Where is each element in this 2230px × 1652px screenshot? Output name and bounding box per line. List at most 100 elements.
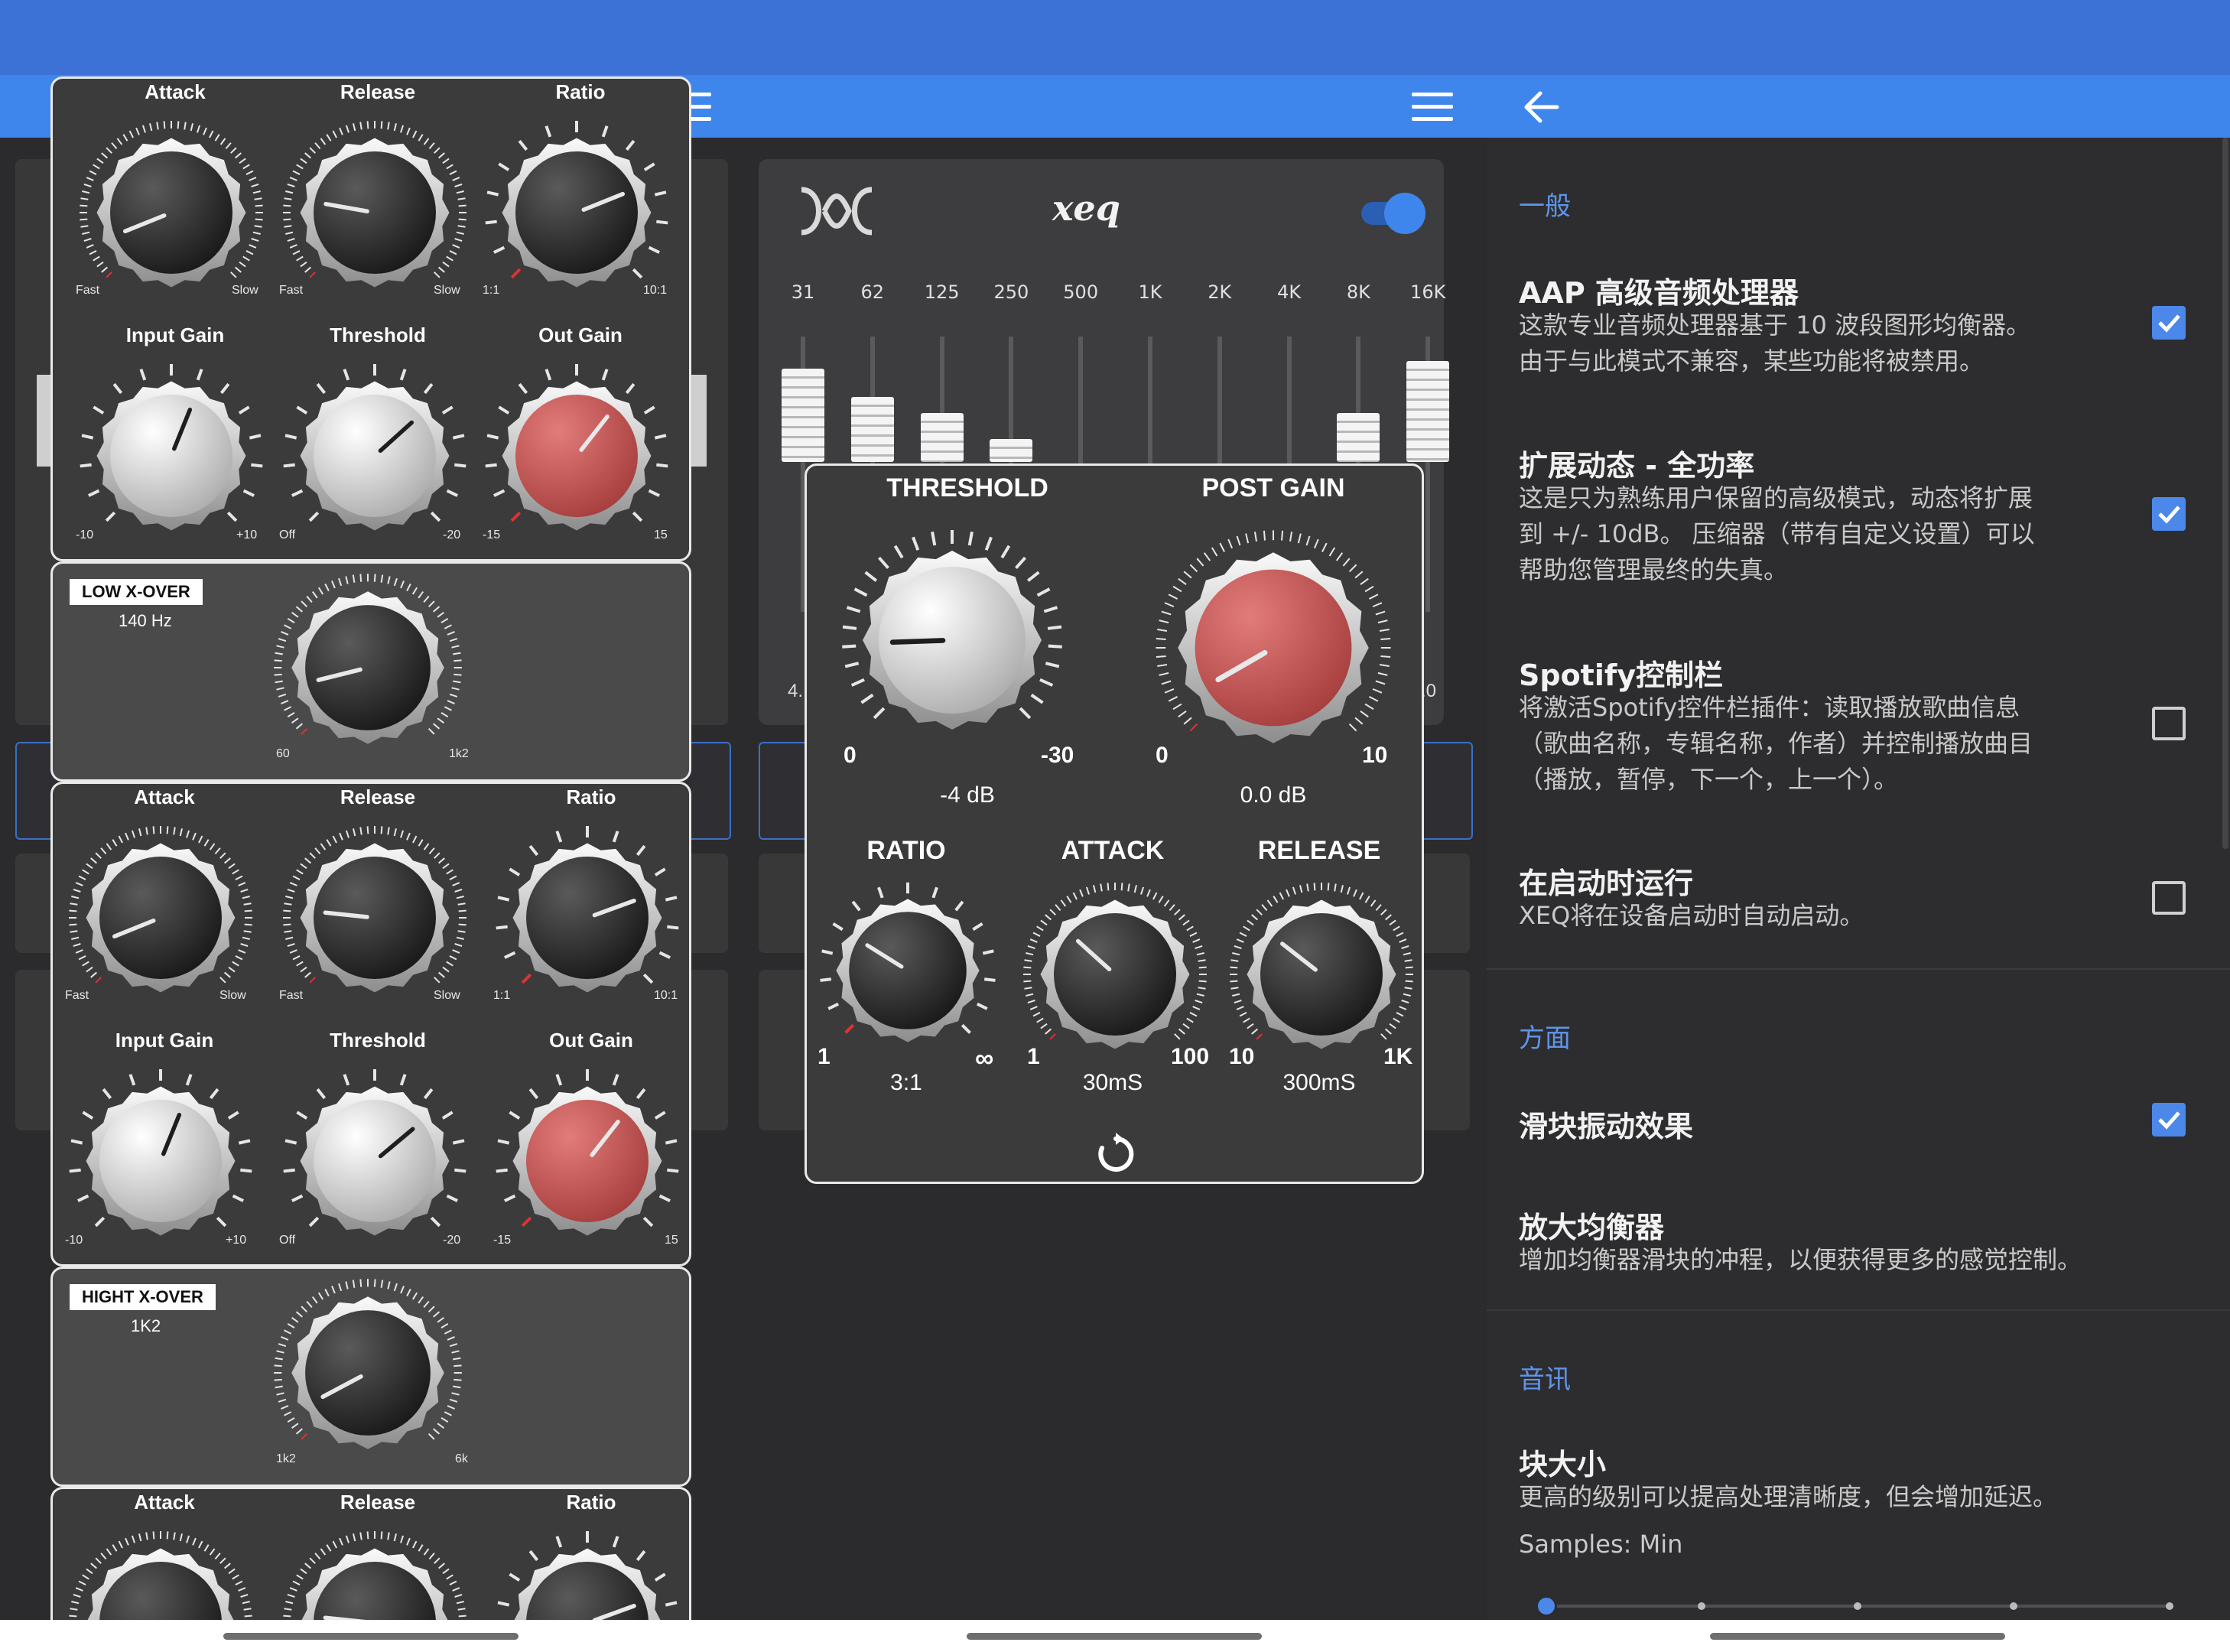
knob-graphic xyxy=(283,121,466,288)
threshold-knob[interactable] xyxy=(279,360,470,554)
knob-graphic xyxy=(485,121,668,288)
attack-label: Attack xyxy=(145,80,206,103)
ratio-min: 1 xyxy=(818,1044,831,1069)
knob-graphic xyxy=(80,121,263,288)
out-gain-knob[interactable] xyxy=(492,1065,683,1260)
eq-band-label: 1K xyxy=(1138,281,1162,303)
post-gain-knob[interactable] xyxy=(1151,525,1396,773)
attack-max: 100 xyxy=(1171,1044,1210,1069)
attack-max: Slow xyxy=(232,284,258,297)
scrollbar[interactable] xyxy=(2222,138,2228,849)
eq-band-fader[interactable] xyxy=(1406,361,1450,462)
knob-graphic xyxy=(283,364,466,531)
eq-band-label: 16K xyxy=(1410,281,1446,303)
ratio-knob[interactable] xyxy=(481,117,672,311)
knob-graphic xyxy=(274,1279,462,1449)
section-audio: 音讯 xyxy=(1519,1364,1571,1395)
out-gain-knob[interactable] xyxy=(481,360,672,554)
ratio-knob[interactable] xyxy=(492,822,683,1016)
ratio-min: 1:1 xyxy=(483,284,500,297)
eq-band-fader[interactable] xyxy=(920,413,964,462)
block-size-slider-thumb[interactable] xyxy=(1536,1595,1557,1617)
low-xover-min: 60 xyxy=(276,747,290,760)
eq-band-label: 125 xyxy=(924,281,960,303)
spotify-checkbox[interactable] xyxy=(2152,707,2186,740)
setting-desc: 这是只为熟练用户保留的高级模式，动态将扩展 到 +/- 10dB。 压缩器（带有… xyxy=(1519,483,2035,584)
run-on-boot-checkbox[interactable] xyxy=(2152,881,2186,915)
knob-graphic xyxy=(1156,530,1391,743)
threshold-max: -20 xyxy=(443,528,461,541)
svg-text:xeq: xeq xyxy=(1052,188,1120,229)
slider-vibration-checkbox[interactable] xyxy=(2152,1103,2186,1137)
attack-min: Fast xyxy=(65,989,89,1002)
eq-band-fader[interactable] xyxy=(990,439,1033,462)
setting-title: AAP 高级音频处理器 xyxy=(1519,276,1799,310)
ratio-max: 10:1 xyxy=(643,284,668,297)
input-gain-knob[interactable] xyxy=(65,1065,256,1260)
home-indicator[interactable] xyxy=(1710,1633,2005,1640)
input-gain-label: Input Gain xyxy=(125,324,225,346)
status-bar xyxy=(0,0,2230,75)
home-indicator[interactable] xyxy=(967,1633,1262,1640)
high-xover-label: HIGHT X-OVER xyxy=(70,1284,216,1310)
setting-desc: 更高的级别可以提高处理清晰度，但会增加延迟。 xyxy=(1519,1482,2058,1511)
eq-band-fader[interactable] xyxy=(1337,413,1380,462)
eq-enable-toggle-thumb[interactable] xyxy=(1384,193,1425,234)
extended-dynamics-checkbox[interactable] xyxy=(2152,497,2186,531)
ratio-knob[interactable] xyxy=(816,879,1000,1065)
attack-min: 1 xyxy=(1027,1044,1040,1069)
slider-step xyxy=(2010,1602,2017,1610)
input-gain-knob[interactable] xyxy=(76,360,267,554)
threshold-knob[interactable] xyxy=(837,525,1067,758)
release-max: Slow xyxy=(434,989,460,1002)
menu-icon[interactable] xyxy=(1412,93,1453,123)
low-xover-knob[interactable] xyxy=(270,570,466,769)
setting-title: 块大小 xyxy=(1519,1448,1607,1481)
release-label: RELEASE xyxy=(1257,836,1381,865)
eq-band-label: 62 xyxy=(860,281,885,303)
knob-graphic xyxy=(820,882,996,1042)
knob-graphic xyxy=(69,826,252,993)
release-knob[interactable] xyxy=(279,117,470,311)
aap-checkbox[interactable] xyxy=(2152,306,2186,340)
section-general: 一般 xyxy=(1519,191,1571,222)
knob-graphic xyxy=(496,826,679,993)
ratio-knob[interactable] xyxy=(492,1527,683,1620)
attack-knob[interactable] xyxy=(65,822,256,1016)
attack-knob[interactable] xyxy=(76,117,267,311)
ratio-label: Ratio xyxy=(566,1491,616,1514)
release-max: 1K xyxy=(1383,1044,1413,1069)
setting-desc: XEQ将在设备启动时自动启动。 xyxy=(1519,901,1864,930)
home-indicator[interactable] xyxy=(223,1633,518,1640)
partial-label: 4. xyxy=(788,681,804,701)
high-xover-value: 1K2 xyxy=(131,1316,161,1335)
slider-step xyxy=(1854,1602,1861,1610)
attack-label: Attack xyxy=(134,785,195,808)
eq-band-fader[interactable] xyxy=(850,397,894,462)
attack-knob[interactable] xyxy=(65,1527,256,1620)
back-arrow-icon[interactable] xyxy=(1522,90,1560,124)
high-xover-knob[interactable] xyxy=(270,1275,466,1474)
threshold-value: -4 dB xyxy=(940,782,995,808)
reset-icon[interactable] xyxy=(1093,1131,1139,1177)
knob-graphic xyxy=(283,826,466,993)
input-gain-max: +10 xyxy=(226,1234,247,1247)
release-knob[interactable] xyxy=(279,822,470,1016)
knob-graphic xyxy=(69,1531,252,1620)
knob-graphic xyxy=(274,574,462,744)
threshold-max: -20 xyxy=(443,1234,461,1247)
threshold-max: -30 xyxy=(1041,743,1074,768)
eq-band-fader[interactable] xyxy=(782,369,824,462)
post-gain-label: POST GAIN xyxy=(1201,473,1345,502)
setting-desc: 这款专业音频处理器基于 10 波段图形均衡器。 由于与此模式不兼容，某些功能将被… xyxy=(1519,311,2031,376)
threshold-knob[interactable] xyxy=(279,1065,470,1260)
setting-title: 滑块振动效果 xyxy=(1519,1110,1694,1143)
input-gain-min: -10 xyxy=(65,1234,83,1247)
release-value: 300mS xyxy=(1282,1070,1356,1095)
release-min: Fast xyxy=(279,284,304,297)
threshold-min: Off xyxy=(279,1234,296,1247)
ratio-label: Ratio xyxy=(566,785,616,808)
knob-graphic xyxy=(485,364,668,531)
release-knob[interactable] xyxy=(279,1527,470,1620)
release-label: Release xyxy=(340,80,416,103)
